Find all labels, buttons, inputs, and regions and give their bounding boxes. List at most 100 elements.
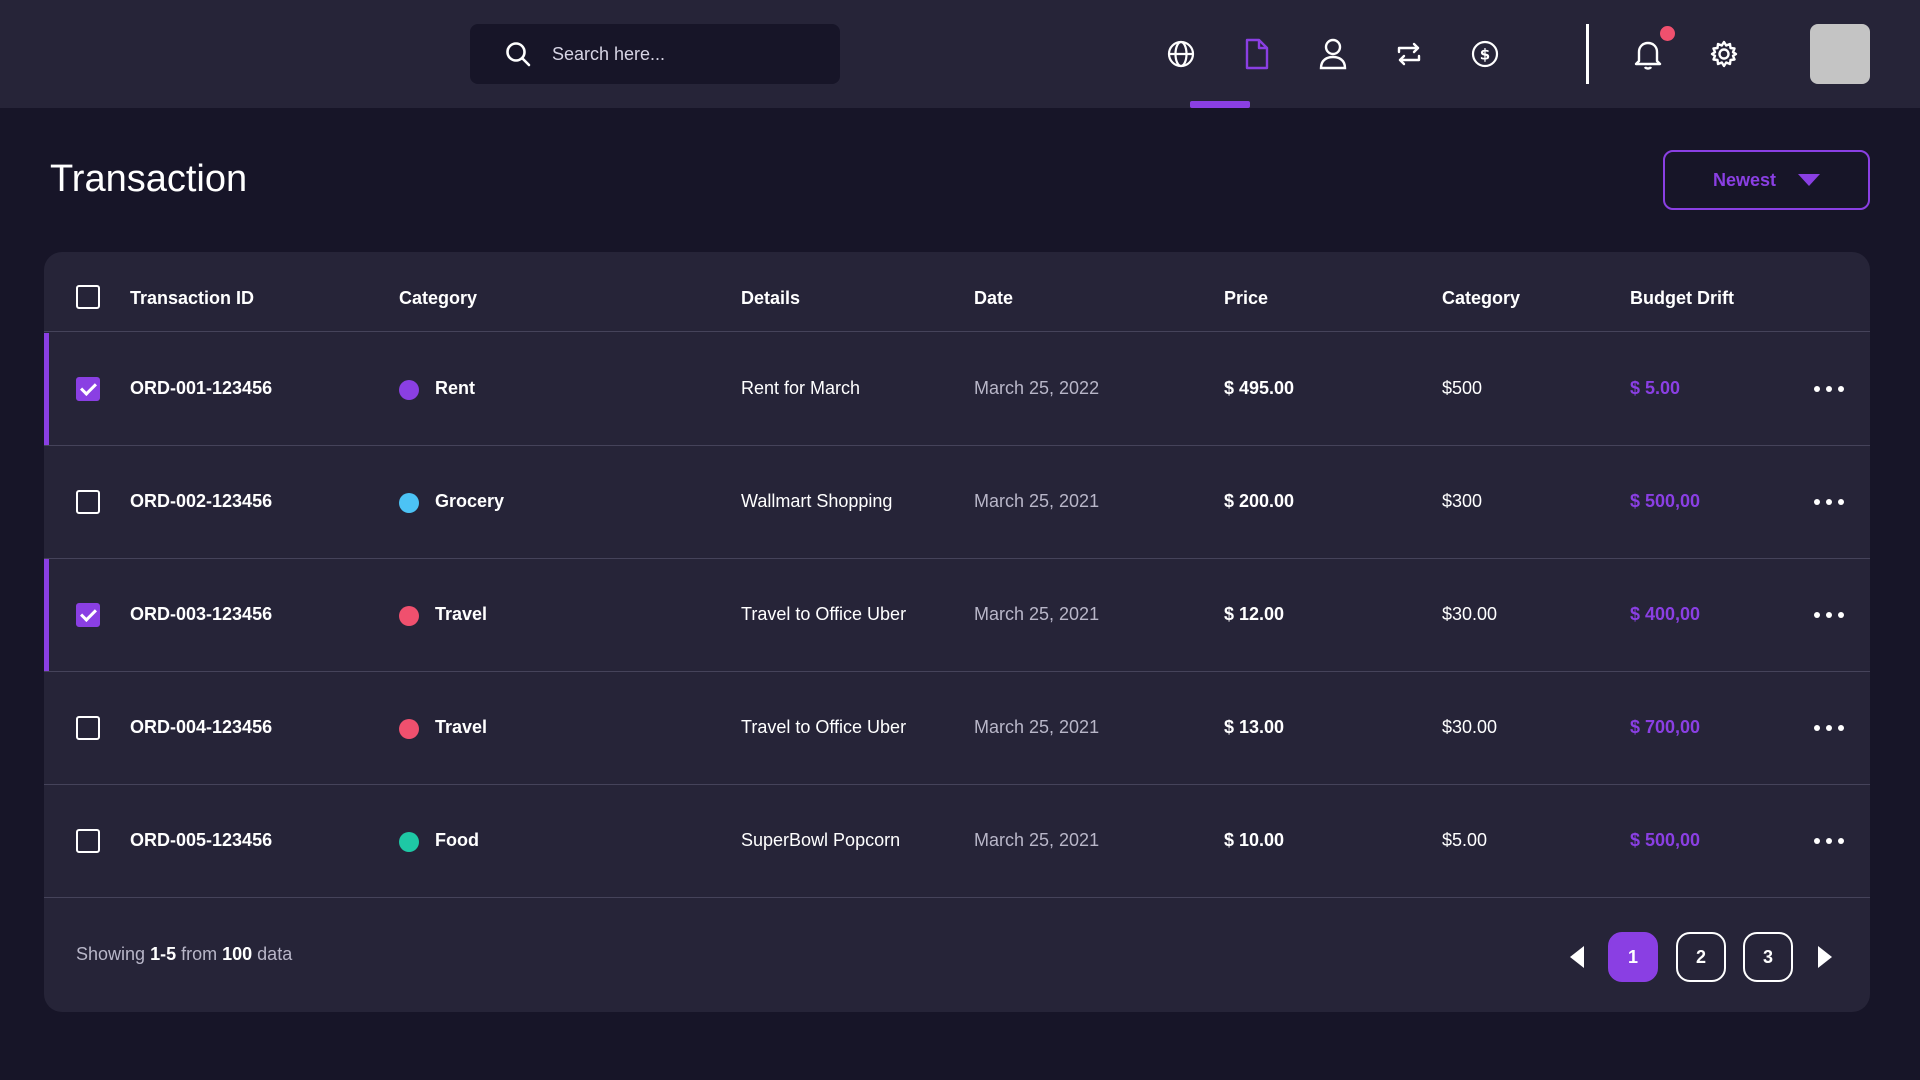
summary-middle: from	[181, 944, 218, 964]
category-label: Food	[435, 830, 479, 850]
category-dot	[399, 493, 419, 513]
pagination-summary: Showing 1-5 from 100 data	[76, 944, 292, 965]
sort-dropdown[interactable]: Newest	[1663, 150, 1870, 210]
category-label: Travel	[435, 717, 488, 737]
user-icon	[1319, 38, 1347, 70]
more-options-icon[interactable]	[1814, 607, 1844, 623]
table-row[interactable]: ORD-005-123456 Food SuperBowl Popcorn Ma…	[44, 785, 1870, 898]
details: Travel to Office Uber	[741, 717, 907, 737]
details: Wallmart Shopping	[741, 491, 893, 511]
budget: $300	[1442, 491, 1483, 511]
category-label: Rent	[435, 378, 475, 398]
summary-suffix: data	[257, 944, 293, 964]
more-options-icon[interactable]	[1814, 720, 1844, 736]
budget-drift: $ 400,00	[1630, 604, 1701, 624]
budget-drift: $ 500,00	[1630, 491, 1701, 511]
transaction-id: ORD-001-123456	[130, 378, 273, 398]
row-checkbox[interactable]	[76, 377, 100, 401]
transaction-id: ORD-003-123456	[130, 604, 273, 624]
nav-payments[interactable]: $	[1469, 34, 1501, 74]
transaction-id: ORD-005-123456	[130, 830, 273, 850]
transaction-id: ORD-002-123456	[130, 491, 273, 511]
transaction-id: ORD-004-123456	[130, 717, 273, 737]
row-checkbox[interactable]	[76, 603, 100, 627]
row-checkbox[interactable]	[76, 716, 100, 740]
globe-icon	[1167, 40, 1195, 68]
table-row[interactable]: ORD-001-123456 Rent Rent for March March…	[44, 333, 1870, 446]
summary-prefix: Showing	[76, 944, 146, 964]
details: Rent for March	[741, 378, 861, 398]
price: $ 10.00	[1224, 830, 1285, 850]
header-transaction-id[interactable]: Transaction ID	[130, 288, 254, 309]
nav-documents[interactable]	[1241, 34, 1273, 74]
header-divider	[1586, 24, 1589, 84]
nav-profile[interactable]	[1317, 34, 1349, 74]
category-label: Travel	[435, 604, 488, 624]
budget-drift: $ 700,00	[1630, 717, 1701, 737]
price: $ 12.00	[1224, 604, 1285, 624]
bell-icon	[1634, 41, 1662, 70]
next-page-icon[interactable]	[1818, 946, 1832, 968]
active-nav-indicator	[1190, 101, 1250, 108]
nav-globe[interactable]	[1165, 34, 1197, 74]
document-icon	[1245, 38, 1269, 70]
gear-icon	[1710, 40, 1738, 68]
search-input[interactable]	[552, 43, 812, 65]
nav-transfers[interactable]	[1393, 34, 1425, 74]
budget-drift: $ 500,00	[1630, 830, 1701, 850]
sort-label: Newest	[1712, 169, 1777, 190]
price: $ 13.00	[1224, 717, 1285, 737]
page-title: Transaction	[50, 158, 248, 200]
header-category[interactable]: Category	[399, 288, 477, 309]
more-options-icon[interactable]	[1814, 381, 1844, 397]
details: Travel to Office Uber	[741, 604, 907, 624]
header-price[interactable]: Price	[1224, 288, 1268, 309]
header-date[interactable]: Date	[974, 288, 1013, 309]
avatar[interactable]	[1810, 24, 1870, 84]
budget: $30.00	[1442, 604, 1498, 624]
table-header: Transaction ID Category Details Date Pri…	[44, 252, 1870, 332]
category-label: Grocery	[435, 491, 505, 511]
category-dot	[399, 719, 419, 739]
table-row[interactable]: ORD-003-123456 Travel Travel to Office U…	[44, 559, 1870, 672]
date: March 25, 2021	[974, 717, 1100, 737]
budget: $30.00	[1442, 717, 1498, 737]
table-row[interactable]: ORD-002-123456 Grocery Wallmart Shopping…	[44, 446, 1870, 559]
dollar-icon: $	[1471, 40, 1499, 68]
more-options-icon[interactable]	[1814, 833, 1844, 849]
category-dot	[399, 380, 419, 400]
header-budget-drift[interactable]: Budget Drift	[1630, 288, 1734, 309]
table-row[interactable]: ORD-004-123456 Travel Travel to Office U…	[44, 672, 1870, 785]
search-box[interactable]	[470, 24, 840, 84]
settings-button[interactable]	[1708, 34, 1740, 74]
search-icon	[506, 42, 531, 67]
budget: $500	[1442, 378, 1483, 398]
summary-total: 100	[222, 944, 253, 964]
summary-range: 1-5	[150, 944, 177, 964]
budget: $5.00	[1442, 830, 1488, 850]
details: SuperBowl Popcorn	[741, 830, 901, 850]
transactions-table: Transaction ID Category Details Date Pri…	[44, 252, 1870, 1012]
prev-page-icon[interactable]	[1570, 946, 1584, 968]
row-checkbox[interactable]	[76, 490, 100, 514]
notification-badge	[1660, 26, 1675, 41]
page-button-3[interactable]: 3	[1743, 932, 1793, 982]
date: March 25, 2021	[974, 830, 1100, 850]
price: $ 200.00	[1224, 491, 1295, 511]
caret-down-icon	[1798, 174, 1821, 186]
budget-drift: $ 5.00	[1630, 378, 1681, 398]
page-button-1[interactable]: 1	[1608, 932, 1658, 982]
repeat-icon	[1397, 42, 1421, 66]
notifications-button[interactable]	[1632, 34, 1664, 74]
date: March 25, 2022	[974, 378, 1100, 398]
page-button-2[interactable]: 2	[1676, 932, 1726, 982]
row-checkbox[interactable]	[76, 829, 100, 853]
svg-text:$: $	[1480, 46, 1490, 64]
price: $ 495.00	[1224, 378, 1295, 398]
category-dot	[399, 832, 419, 852]
header-budget-category[interactable]: Category	[1442, 288, 1520, 309]
more-options-icon[interactable]	[1814, 494, 1844, 510]
header-details[interactable]: Details	[741, 288, 800, 309]
select-all-checkbox[interactable]	[76, 285, 100, 309]
date: March 25, 2021	[974, 604, 1100, 624]
